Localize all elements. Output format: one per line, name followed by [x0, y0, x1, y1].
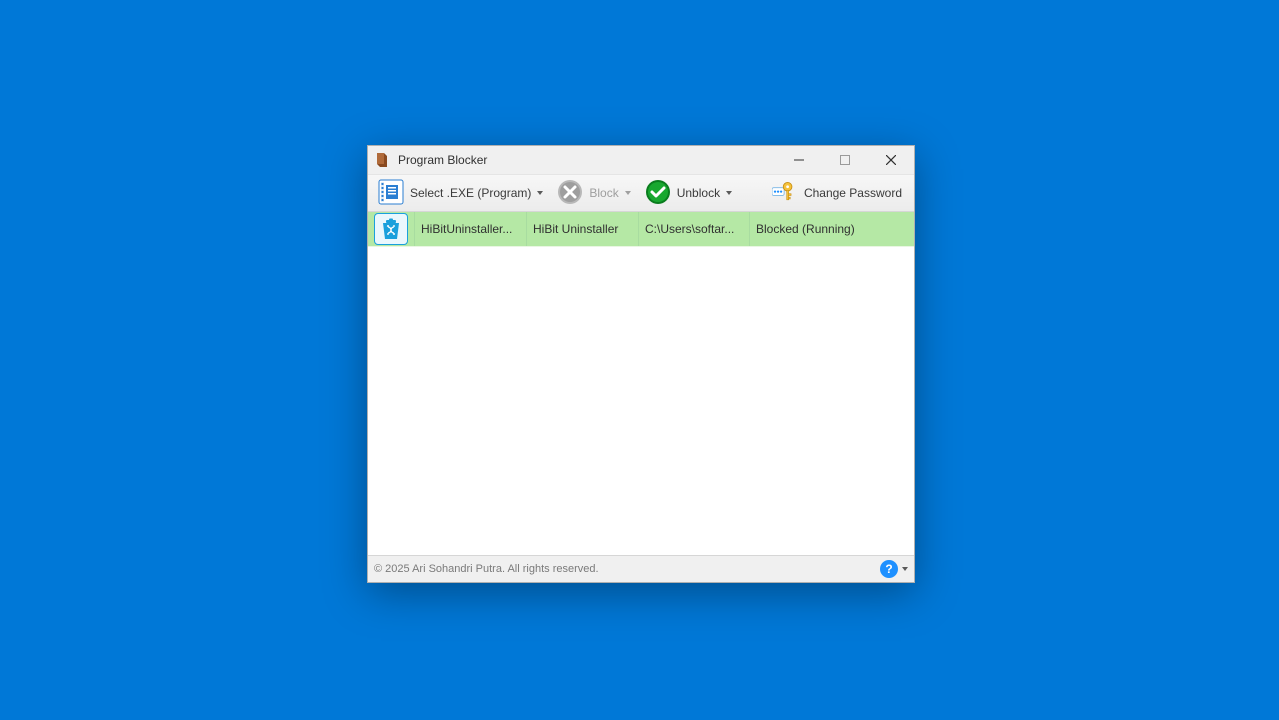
unblock-button[interactable]: Unblock	[639, 178, 738, 208]
change-password-button[interactable]: Change Password	[766, 178, 908, 208]
row-status: Blocked (Running)	[750, 212, 914, 246]
password-key-icon	[772, 179, 798, 208]
copyright-text: © 2025 Ari Sohandri Putra. All rights re…	[374, 563, 599, 575]
help-button[interactable]: ?	[880, 560, 898, 578]
minimize-button[interactable]	[776, 146, 822, 174]
chevron-down-icon	[537, 191, 543, 195]
chevron-down-icon[interactable]	[902, 567, 908, 571]
unblock-label: Unblock	[677, 186, 720, 200]
select-exe-button[interactable]: Select .EXE (Program)	[372, 178, 549, 208]
app-window: Program Blocker	[367, 145, 915, 583]
toolbar: Select .EXE (Program) Block	[368, 175, 914, 212]
change-password-label: Change Password	[804, 186, 902, 200]
unblock-icon	[645, 179, 671, 208]
program-list: HiBitUninstaller... HiBit Uninstaller C:…	[368, 212, 914, 555]
program-list-icon	[378, 179, 404, 208]
row-name: HiBit Uninstaller	[527, 212, 639, 246]
block-button[interactable]: Block	[551, 178, 636, 208]
app-icon	[374, 152, 390, 168]
table-row[interactable]: HiBitUninstaller... HiBit Uninstaller C:…	[368, 212, 914, 247]
window-title: Program Blocker	[398, 153, 487, 167]
block-icon	[557, 179, 583, 208]
chevron-down-icon	[625, 191, 631, 195]
uninstaller-icon	[374, 213, 408, 245]
select-exe-label: Select .EXE (Program)	[410, 186, 531, 200]
block-label: Block	[589, 186, 618, 200]
titlebar: Program Blocker	[368, 146, 914, 175]
row-icon-cell	[368, 212, 415, 246]
close-button[interactable]	[868, 146, 914, 174]
statusbar: © 2025 Ari Sohandri Putra. All rights re…	[368, 555, 914, 582]
chevron-down-icon	[726, 191, 732, 195]
row-path: C:\Users\softar...	[639, 212, 750, 246]
row-file: HiBitUninstaller...	[415, 212, 527, 246]
maximize-button[interactable]	[822, 146, 868, 174]
